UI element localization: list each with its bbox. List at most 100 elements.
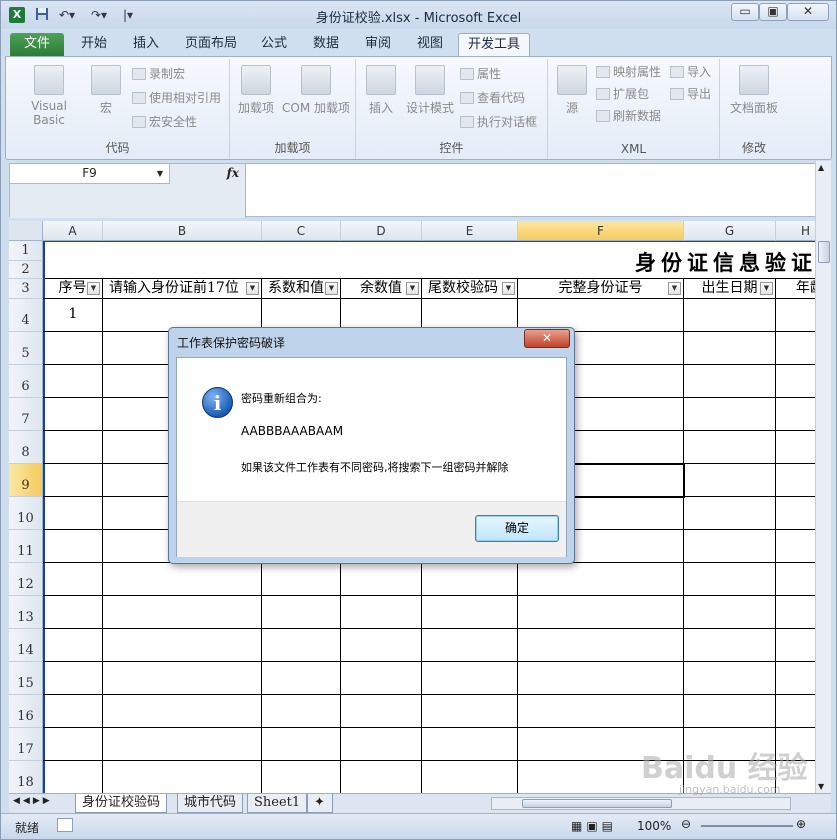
- formula-input[interactable]: [246, 164, 828, 216]
- macro-record-icon[interactable]: [57, 818, 73, 832]
- grid-cell[interactable]: [43, 464, 103, 497]
- grid-cell[interactable]: [776, 332, 815, 365]
- row-header-10[interactable]: 10: [9, 497, 43, 530]
- grid-cell[interactable]: [422, 596, 518, 629]
- grid-cell[interactable]: [776, 365, 815, 398]
- name-box[interactable]: F9 ▼: [10, 164, 170, 184]
- tab-formulas[interactable]: 公式: [253, 33, 295, 57]
- row-header-13[interactable]: 13: [9, 596, 43, 629]
- addins-button[interactable]: 加载项: [234, 65, 278, 116]
- row-header-3[interactable]: 3: [9, 279, 43, 299]
- tab-view[interactable]: 视图: [409, 33, 451, 57]
- tab-file[interactable]: 文件: [10, 33, 64, 57]
- grid-cell[interactable]: [341, 596, 422, 629]
- grid-cell[interactable]: [776, 662, 815, 695]
- grid-cell[interactable]: [422, 728, 518, 761]
- close-button[interactable]: ✕: [787, 3, 829, 21]
- grid-cell[interactable]: [776, 464, 815, 497]
- grid-cell[interactable]: [776, 596, 815, 629]
- grid-cell[interactable]: [103, 662, 262, 695]
- filter-dropdown-icon[interactable]: ▼: [87, 282, 100, 295]
- grid-cell[interactable]: [422, 662, 518, 695]
- col-header-e[interactable]: E: [422, 221, 518, 241]
- row-header-15[interactable]: 15: [9, 662, 43, 695]
- refresh-data-button[interactable]: 刷新数据: [596, 107, 661, 125]
- grid-cell[interactable]: [262, 563, 341, 596]
- grid-cell[interactable]: [262, 728, 341, 761]
- tab-developer[interactable]: 开发工具: [458, 33, 530, 57]
- filter-dropdown-icon[interactable]: ▼: [760, 282, 773, 295]
- grid-cell[interactable]: [103, 596, 262, 629]
- col-header-a[interactable]: A: [43, 221, 103, 241]
- grid-cell[interactable]: [684, 497, 776, 530]
- row-header-5[interactable]: 5: [9, 332, 43, 365]
- grid-cell[interactable]: [43, 629, 103, 662]
- macro-security-button[interactable]: 宏安全性: [132, 113, 197, 131]
- grid-cell[interactable]: [684, 332, 776, 365]
- grid-cell[interactable]: [422, 563, 518, 596]
- grid-cell[interactable]: [776, 563, 815, 596]
- row-header-2[interactable]: 2: [9, 261, 43, 279]
- grid-cell[interactable]: [103, 563, 262, 596]
- zoom-slider[interactable]: [701, 825, 793, 827]
- export-button[interactable]: 导出: [670, 85, 711, 103]
- grid-cell[interactable]: [776, 398, 815, 431]
- header-cell-full-id[interactable]: 完整身份证号 ▼: [518, 279, 684, 299]
- vertical-scrollbar[interactable]: ▲ ▼: [815, 161, 831, 793]
- row-header-12[interactable]: 12: [9, 563, 43, 596]
- col-header-g[interactable]: G: [684, 221, 776, 241]
- grid-cell[interactable]: [684, 431, 776, 464]
- map-props-button[interactable]: 映射属性: [596, 63, 661, 81]
- run-dialog-button[interactable]: 执行对话框: [460, 113, 537, 131]
- row-header-4[interactable]: 4: [9, 299, 43, 332]
- grid-cell[interactable]: [43, 695, 103, 728]
- grid-cell[interactable]: [684, 530, 776, 563]
- row-header-18[interactable]: 18: [9, 761, 43, 793]
- row-header-1[interactable]: 1: [9, 241, 43, 261]
- grid-cell[interactable]: [518, 629, 684, 662]
- visual-basic-button[interactable]: Visual Basic: [14, 65, 84, 127]
- row-header-6[interactable]: 6: [9, 365, 43, 398]
- grid-cell[interactable]: [103, 695, 262, 728]
- filter-dropdown-icon[interactable]: ▼: [325, 282, 338, 295]
- sheet-tab-city-code[interactable]: 城市代码: [177, 794, 244, 813]
- grid-cell[interactable]: [262, 596, 341, 629]
- grid-cell[interactable]: [776, 629, 815, 662]
- record-macro-button[interactable]: 录制宏: [132, 65, 185, 83]
- macro-button[interactable]: 宏: [88, 65, 124, 116]
- grid-cell[interactable]: [341, 563, 422, 596]
- tab-insert[interactable]: 插入: [125, 33, 167, 57]
- header-cell-birth[interactable]: 出生日期 ▼: [684, 279, 776, 299]
- grid-cell[interactable]: [684, 398, 776, 431]
- insert-control-button[interactable]: 插入: [360, 65, 402, 116]
- row-header-8[interactable]: 8: [9, 431, 43, 464]
- grid-cell[interactable]: [43, 563, 103, 596]
- grid-cell[interactable]: [43, 596, 103, 629]
- expansion-packs-button[interactable]: 扩展包: [596, 85, 649, 103]
- header-cell-remainder[interactable]: 余数值 ▼: [341, 279, 422, 299]
- grid-cell[interactable]: [518, 596, 684, 629]
- minimize-button[interactable]: ▭: [731, 3, 759, 21]
- zoom-level[interactable]: 100%: [637, 819, 671, 833]
- grid-cell[interactable]: [43, 332, 103, 365]
- import-button[interactable]: 导入: [670, 63, 711, 81]
- relative-ref-button[interactable]: 使用相对引用: [132, 89, 221, 107]
- sheet-tab-sheet1[interactable]: Sheet1: [247, 794, 308, 813]
- tab-page-layout[interactable]: 页面布局: [179, 33, 243, 57]
- grid-cell[interactable]: [262, 662, 341, 695]
- dialog-close-button[interactable]: ✕: [524, 329, 570, 348]
- doc-panel-button[interactable]: 文档面板: [724, 65, 784, 116]
- grid-cell[interactable]: [776, 299, 815, 332]
- grid-cell[interactable]: [684, 365, 776, 398]
- cell-a4[interactable]: 1: [43, 299, 103, 332]
- col-header-b[interactable]: B: [103, 221, 262, 241]
- grid-cell[interactable]: [684, 662, 776, 695]
- zoom-in-icon[interactable]: ⊕: [796, 817, 806, 831]
- row-header-11[interactable]: 11: [9, 530, 43, 563]
- grid-cell[interactable]: [776, 695, 815, 728]
- filter-dropdown-icon[interactable]: ▼: [668, 282, 681, 295]
- grid-cell[interactable]: [518, 695, 684, 728]
- grid-cell[interactable]: [43, 662, 103, 695]
- filter-dropdown-icon[interactable]: ▼: [246, 282, 259, 295]
- chevron-down-icon[interactable]: ▼: [157, 164, 163, 183]
